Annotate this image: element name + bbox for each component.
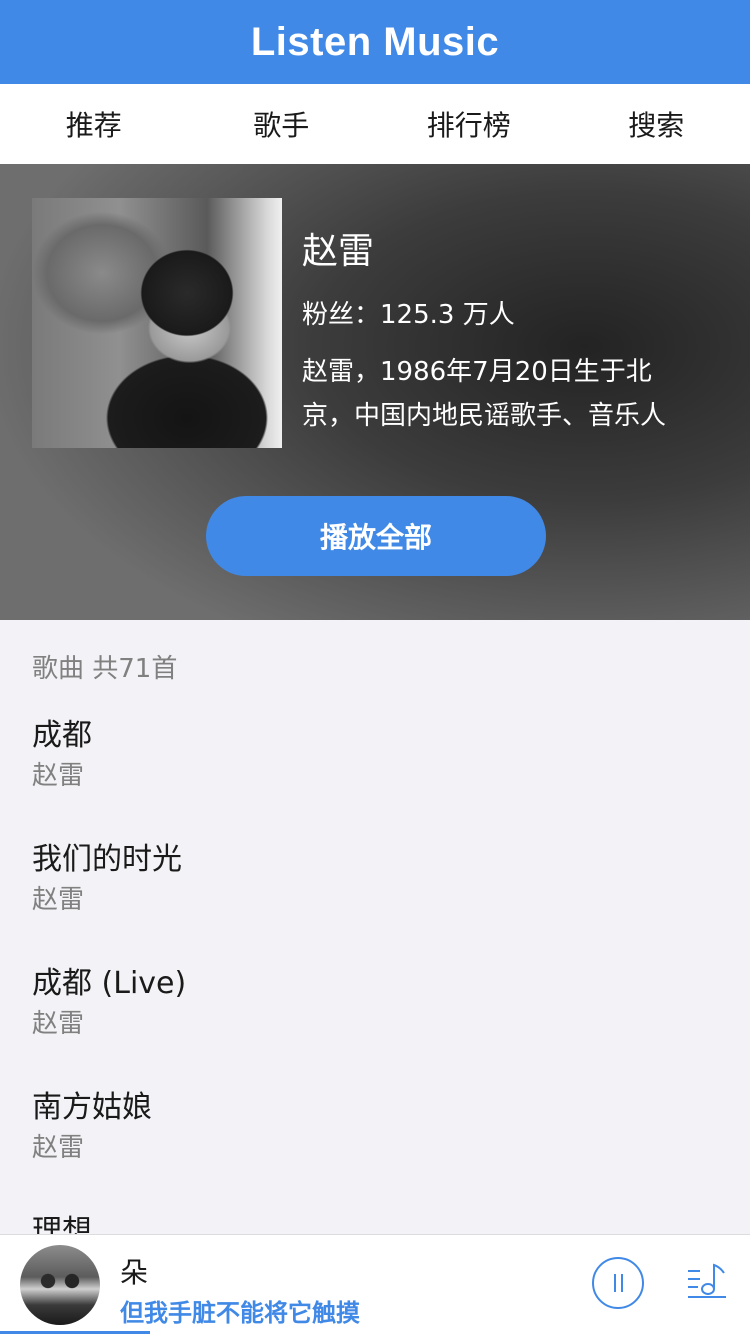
singer-hero: 赵雷 粉丝：125.3 万人 赵雷，1986年7月20日生于北京，中国内地民谣歌… [0,164,750,620]
song-item[interactable]: 南方姑娘 赵雷 [32,1066,718,1190]
song-artist: 赵雷 [32,1009,85,1039]
song-artist: 赵雷 [32,761,85,791]
now-playing-lyric: 但我手脏不能将它触摸 [120,1299,360,1327]
playlist-icon[interactable] [686,1261,728,1303]
tab-rankings[interactable]: 排行榜 [375,104,563,144]
song-title: 成都 (Live) [32,966,187,1001]
tab-recommend[interactable]: 推荐 [0,104,188,144]
tab-search[interactable]: 搜索 [563,104,750,144]
song-list: 歌曲 共71首 成都 赵雷 我们的时光 赵雷 成都 (Live) 赵雷 南方姑娘… [0,620,750,1314]
singer-name: 赵雷 [302,231,375,272]
app-header: Listen Music [0,0,750,84]
now-playing-cover[interactable] [20,1245,100,1325]
mini-player[interactable]: 朵 但我手脏不能将它触摸 [0,1234,750,1334]
singer-intro: 赵雷，1986年7月20日生于北京，中国内地民谣歌手、音乐人 [302,357,667,431]
tab-singers[interactable]: 歌手 [188,104,376,144]
app-title: Listen Music [250,19,500,64]
app: Listen Music 推荐 歌手 排行榜 搜索 赵雷 粉丝：125.3 万人… [0,0,750,1334]
song-item[interactable]: 我们的时光 赵雷 [32,818,718,942]
nav-tabs: 推荐 歌手 排行榜 搜索 [0,84,750,164]
play-all-button[interactable]: 播放全部 [206,496,546,576]
song-artist: 赵雷 [32,885,85,915]
song-item[interactable]: 成都 (Live) 赵雷 [32,942,718,1066]
song-title: 南方姑娘 [32,1090,152,1125]
now-playing-title: 朵 [120,1256,149,1289]
pause-icon[interactable] [592,1257,644,1309]
song-item[interactable]: 成都 赵雷 [32,694,718,818]
song-artist: 赵雷 [32,1133,85,1163]
singer-fans: 粉丝：125.3 万人 [302,300,515,330]
song-count: 歌曲 共71首 [32,654,178,684]
singer-avatar [32,198,282,448]
song-title: 我们的时光 [32,842,182,877]
song-title: 成都 [32,718,92,753]
